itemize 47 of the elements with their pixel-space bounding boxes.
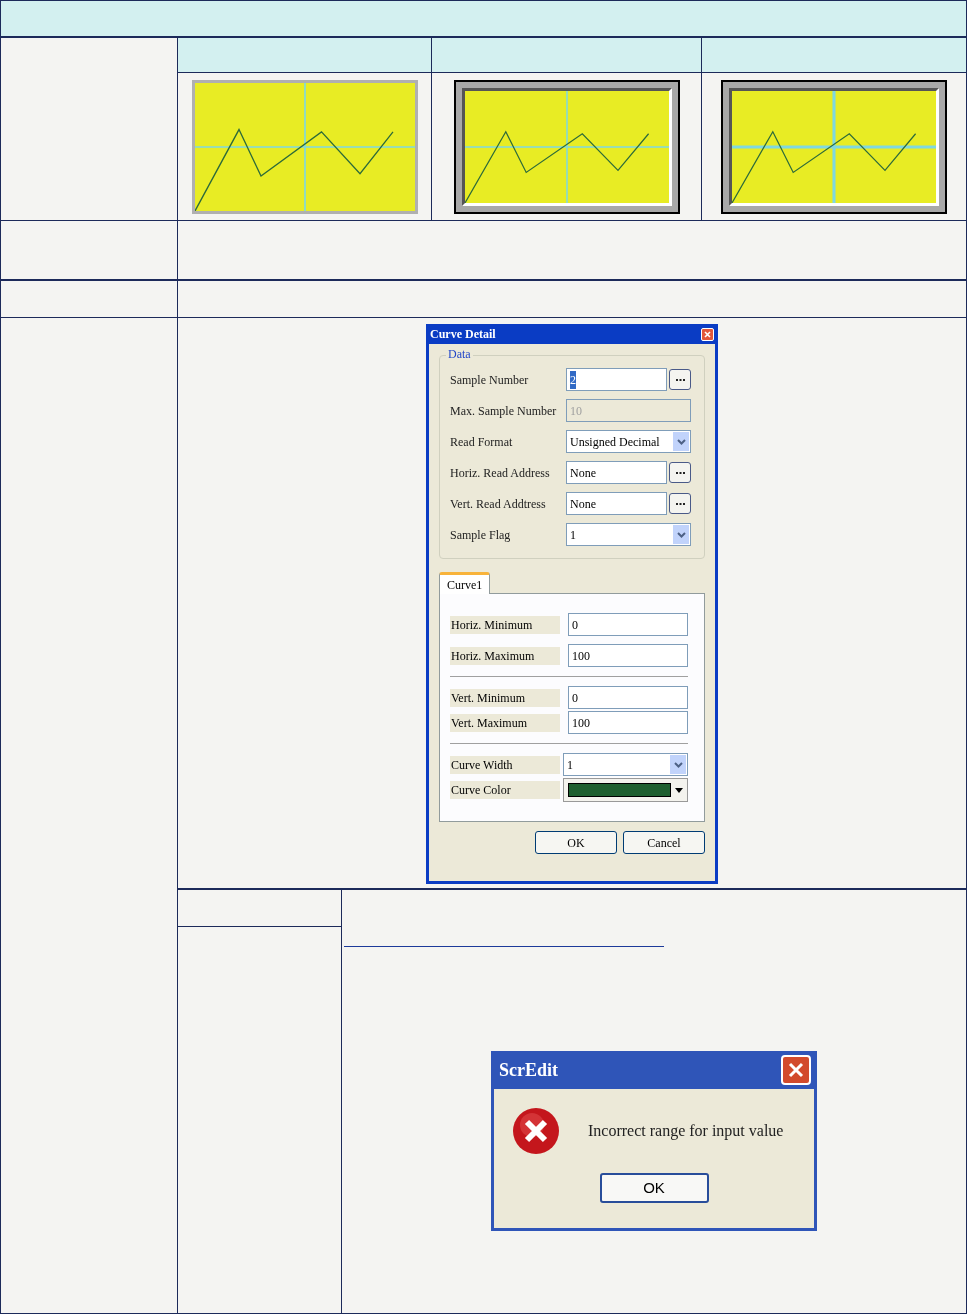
text-field[interactable]: 0 <box>568 686 688 709</box>
ellipsis-icon <box>675 378 685 381</box>
dialog-button[interactable]: OK <box>535 831 617 854</box>
browse-button[interactable] <box>669 462 691 483</box>
field-label: Vert. Read Addtress <box>450 495 546 513</box>
dropdown[interactable]: Unsigned Decimal <box>566 430 691 453</box>
caret-down-icon <box>675 787 683 793</box>
field-label: Vert. Maximum <box>450 713 560 732</box>
text-field[interactable]: None <box>566 461 667 484</box>
disabled-field: 10 <box>566 399 691 422</box>
field-label: Sample Number <box>450 371 529 389</box>
close-icon <box>704 330 711 338</box>
chevron-down-icon <box>676 438 686 445</box>
browse-button[interactable] <box>669 493 691 514</box>
group-label: Data <box>446 348 473 360</box>
ellipsis-icon <box>675 471 685 474</box>
dialog-button[interactable]: Cancel <box>623 831 705 854</box>
close-icon <box>788 1062 804 1078</box>
text-field[interactable]: 100 <box>568 644 688 667</box>
tab[interactable]: Curve1 <box>439 572 491 594</box>
field-label: Curve Width <box>450 755 560 774</box>
color-picker[interactable] <box>563 778 688 802</box>
error-icon <box>512 1107 560 1155</box>
chevron-down-icon <box>673 761 683 768</box>
close-button[interactable] <box>701 327 714 341</box>
close-button[interactable] <box>781 1055 811 1085</box>
ellipsis-icon <box>675 502 685 505</box>
field-label: Vert. Minimum <box>450 688 560 707</box>
field-label: Max. Sample Number <box>450 402 557 420</box>
text-field[interactable]: 100 <box>568 711 688 734</box>
text-field[interactable]: None <box>566 492 667 515</box>
dropdown[interactable]: 1 <box>566 523 691 546</box>
chevron-down-icon <box>676 531 686 538</box>
text-field[interactable]: 0 <box>568 613 688 636</box>
field-label: Horiz. Read Address <box>450 464 550 482</box>
error-message: Incorrect range for input value <box>588 1121 784 1142</box>
field-label: Read Format <box>450 433 513 451</box>
browse-button[interactable] <box>669 369 691 390</box>
field-label: Curve Color <box>450 781 560 799</box>
field-label: Horiz. Minimum <box>450 615 560 634</box>
field-label: Sample Flag <box>450 526 511 544</box>
window-title: Curve Detail <box>430 326 496 343</box>
dropdown[interactable]: 1 <box>563 753 688 776</box>
window-title: ScrEdit <box>499 1058 558 1082</box>
text-field[interactable]: 2 <box>566 368 667 391</box>
field-label: Horiz. Maximum <box>450 646 560 665</box>
ok-button[interactable]: OK <box>599 1173 709 1203</box>
